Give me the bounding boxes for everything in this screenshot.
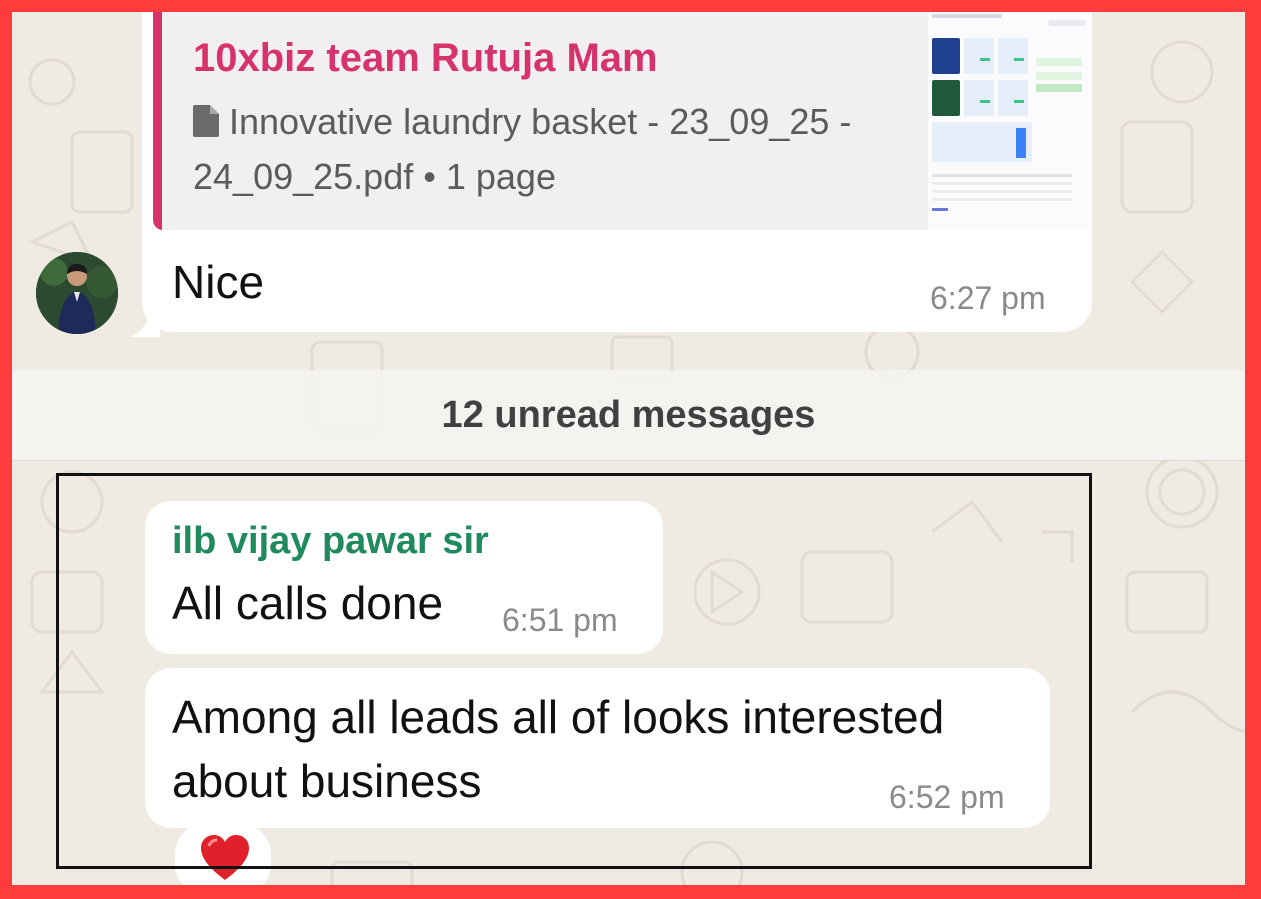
- quote-separator: •: [423, 156, 436, 197]
- chat-screen: 10xbiz team Rutuja Mam Innovative laundr…: [12, 12, 1245, 885]
- message-time: 6:27 pm: [930, 280, 1046, 316]
- quote-accent-bar: [153, 12, 162, 230]
- highlight-box: [56, 473, 1092, 869]
- sender-avatar[interactable]: [36, 252, 118, 334]
- unread-divider-label: 12 unread messages: [441, 394, 816, 436]
- quote-page-count: 1 page: [445, 156, 556, 197]
- quote-author: 10xbiz team Rutuja Mam: [193, 36, 658, 80]
- quoted-message[interactable]: 10xbiz team Rutuja Mam Innovative laundr…: [153, 12, 928, 230]
- message-text: Nice: [172, 256, 265, 308]
- document-icon: [193, 99, 219, 151]
- quote-file-info: Innovative laundry basket - 23_09_25 - 2…: [193, 96, 928, 203]
- bubble-tail: [130, 307, 160, 337]
- pdf-thumbnail[interactable]: [928, 12, 1091, 230]
